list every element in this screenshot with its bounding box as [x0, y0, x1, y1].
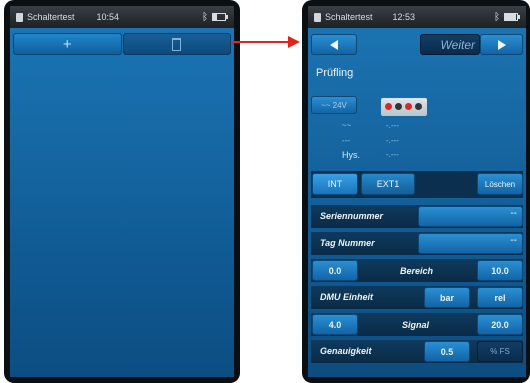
reading-value-3: -.--- [386, 150, 399, 159]
signal-label: Signal [402, 320, 430, 330]
section-title: Prüfling [316, 67, 354, 79]
right-screen: Schaltertest 12:53 ᛒ Weiter Prüfling ~~ … [308, 6, 526, 377]
next-label: Weiter [420, 34, 480, 55]
left-status-bar: Schaltertest 10:54 ᛒ [10, 6, 234, 28]
voltage-button[interactable]: ~~ 24V [311, 96, 357, 114]
app-title: Schaltertest [325, 12, 373, 22]
serial-label: Seriennummer [320, 211, 384, 221]
tag-label: Tag Nummer [320, 238, 375, 248]
pointer-arrow-head [288, 36, 300, 48]
plus-icon: + [62, 35, 72, 53]
reading-value-2: -.--- [386, 136, 399, 145]
left-toolbar: + [13, 33, 231, 55]
serial-field[interactable]: -- [418, 206, 523, 227]
clock: 12:53 [392, 12, 416, 22]
delete-button[interactable] [122, 33, 231, 55]
clock: 10:54 [96, 12, 120, 22]
dmu-unit-button[interactable]: bar [424, 287, 470, 308]
reading-symbol-3: Hys. [342, 150, 360, 160]
app-title: Schaltertest [27, 12, 75, 22]
left-content-area: + [10, 28, 234, 377]
tab-int[interactable]: INT [312, 173, 358, 195]
accuracy-label: Genauigkeit [320, 346, 372, 356]
battery-icon [504, 13, 520, 21]
document-icon [16, 12, 23, 22]
dmu-label: DMU Einheit [320, 292, 373, 302]
delete-tab-button[interactable]: Löschen [477, 173, 523, 195]
signal-max-button[interactable]: 20.0 [477, 314, 523, 335]
bluetooth-icon: ᛒ [494, 11, 500, 23]
right-device: Schaltertest 12:53 ᛒ Weiter Prüfling ~~ … [302, 0, 530, 383]
accuracy-value-button[interactable]: 0.5 [424, 341, 470, 362]
battery-icon [212, 13, 228, 21]
accuracy-unit-button[interactable]: % FS [477, 341, 523, 362]
range-min-button[interactable]: 0.0 [312, 260, 358, 281]
dmu-rel-button[interactable]: rel [477, 287, 523, 308]
arrow-right-icon [497, 39, 506, 50]
next-button[interactable] [480, 34, 523, 55]
tab-ext1[interactable]: EXT1 [361, 173, 415, 195]
add-button[interactable]: + [13, 33, 122, 55]
range-max-button[interactable]: 10.0 [477, 260, 523, 281]
right-status-bar: Schaltertest 12:53 ᛒ [308, 6, 526, 28]
range-label: Bereich [400, 266, 434, 276]
reading-symbol-1: ~~ [342, 121, 352, 130]
reading-value-1: -.--- [386, 121, 399, 130]
document-icon [314, 12, 321, 22]
connection-diagram [381, 98, 427, 116]
signal-min-button[interactable]: 4.0 [312, 314, 358, 335]
left-device: Schaltertest 10:54 ᛒ + [4, 0, 240, 383]
left-screen: Schaltertest 10:54 ᛒ + [10, 6, 234, 377]
trash-icon [172, 37, 182, 51]
right-content-area: Weiter Prüfling ~~ 24V ~~ -.--- --- -.--… [308, 28, 526, 377]
arrow-left-icon [330, 39, 338, 50]
bluetooth-icon: ᛒ [202, 11, 208, 23]
reading-symbol-2: --- [342, 136, 350, 145]
tag-field[interactable]: -- [418, 233, 523, 254]
pointer-arrow-line [232, 41, 290, 43]
back-button[interactable] [311, 34, 357, 55]
